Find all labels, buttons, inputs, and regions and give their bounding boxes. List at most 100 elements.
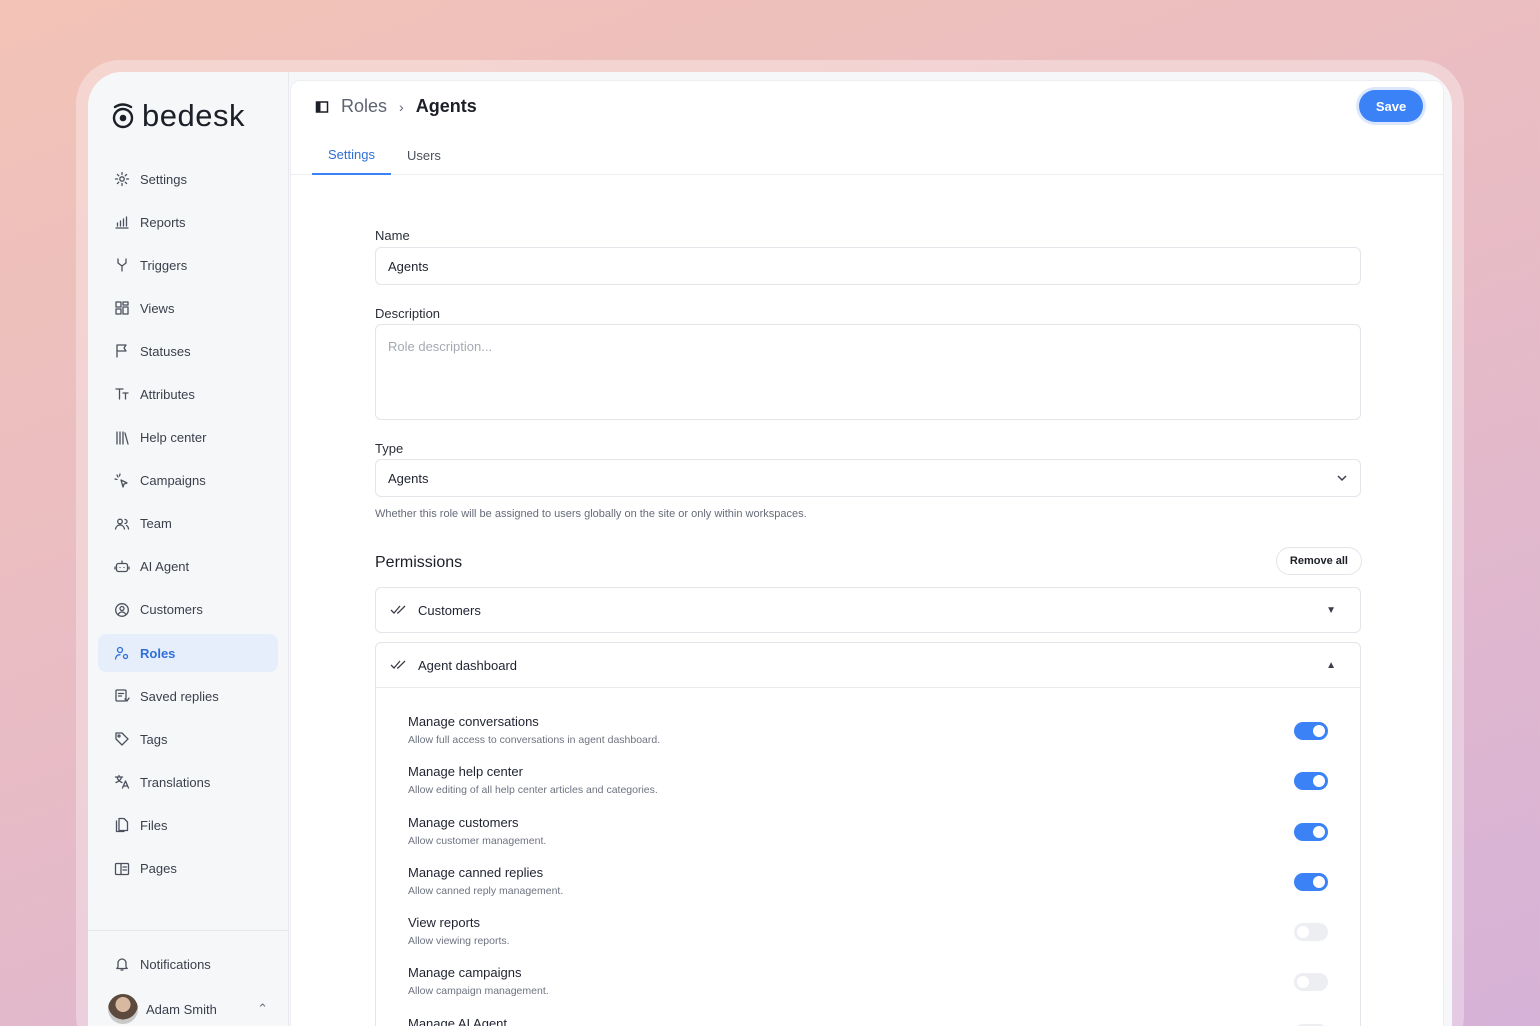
permission-name: Manage customers: [408, 814, 519, 830]
permission-text: Manage conversations Allow full access to…: [408, 706, 1294, 746]
type-select-value: Agents: [388, 470, 429, 486]
gear-icon: [114, 171, 130, 187]
branch-icon: [114, 257, 130, 273]
flag-icon: [114, 343, 130, 359]
permission-row-manage-help-center: Manage help center Allow editing of all h…: [408, 756, 1328, 806]
permission-text: Manage canned replies Allow canned reply …: [408, 857, 1294, 897]
chevron-right-icon: ›: [399, 98, 404, 115]
description-field[interactable]: Role description...: [375, 324, 1361, 420]
user-name: Adam Smith: [146, 1001, 217, 1017]
sidebar-item-roles[interactable]: Roles: [98, 634, 278, 673]
permission-row-manage-canned-replies: Manage canned replies Allow canned reply …: [408, 857, 1328, 907]
sidebar-item-help-center[interactable]: Help center: [98, 419, 278, 457]
remove-all-button[interactable]: Remove all: [1275, 547, 1362, 575]
permission-description: Allow full access to conversations in ag…: [408, 734, 661, 746]
sidebar-item-customers[interactable]: Customers: [98, 591, 278, 629]
sidebar-item-label: Triggers: [140, 257, 188, 273]
sidebar-item-tags[interactable]: Tags: [98, 720, 278, 758]
tab-settings[interactable]: Settings: [312, 135, 391, 175]
brand-name: bedesk: [142, 98, 245, 133]
sidebar-item-reports[interactable]: Reports: [98, 203, 278, 241]
sidebar-item-label: Tags: [140, 731, 168, 747]
permission-description: Allow customer management.: [408, 834, 547, 847]
bell-icon: [116, 958, 128, 971]
toggle-knob: [1313, 775, 1325, 788]
sparkle-cursor-icon: [114, 473, 130, 489]
sidebar-item-label: Settings: [140, 171, 187, 187]
caret-down-icon: ▼: [1326, 604, 1336, 616]
permission-row-view-reports: View reports Allow viewing reports.: [408, 907, 1328, 957]
notifications-link[interactable]: Notifications: [114, 956, 211, 972]
sidebar-item-label: Reports: [140, 214, 186, 230]
header: Roles › Agents Save Settings Users: [291, 81, 1443, 175]
chart-icon: [114, 214, 130, 230]
tag-icon: [114, 731, 130, 747]
accordion-header[interactable]: Customers ▼: [376, 588, 1360, 632]
permission-toggle[interactable]: [1294, 872, 1328, 891]
toggle-knob: [1313, 825, 1325, 838]
brand-logo[interactable]: bedesk: [110, 98, 245, 134]
sidebar-item-statuses[interactable]: Statuses: [98, 332, 278, 370]
sidebar-item-campaigns[interactable]: Campaigns: [98, 462, 278, 500]
sidebar-item-label: Customers: [140, 602, 203, 618]
sidebar-item-settings[interactable]: Settings: [98, 160, 278, 198]
permission-toggle[interactable]: [1294, 822, 1328, 841]
sidebar-item-label: Saved replies: [140, 688, 219, 704]
sidebar-item-team[interactable]: Team: [98, 505, 278, 543]
permission-group-customers[interactable]: Customers ▼: [375, 587, 1361, 633]
translate-icon: [114, 774, 130, 790]
breadcrumb-roles[interactable]: Roles: [341, 96, 387, 117]
accordion-header[interactable]: Agent dashboard ▲: [376, 643, 1360, 687]
type-help-text: Whether this role will be assigned to us…: [375, 508, 807, 520]
text-icon: [114, 386, 130, 402]
sidebar-toggle-icon[interactable]: [315, 100, 329, 114]
sidebar-item-saved-replies[interactable]: Saved replies: [98, 677, 278, 715]
permission-toggle[interactable]: [1294, 772, 1328, 791]
permission-description: Allow campaign management.: [408, 985, 549, 998]
sidebar-item-pages[interactable]: Pages: [98, 850, 278, 888]
sidebar-item-label: Pages: [140, 861, 177, 876]
permission-row-manage-ai-agent: Manage AI Agent: [408, 1008, 1328, 1026]
sidebar-item-triggers[interactable]: Triggers: [98, 246, 278, 284]
sidebar-item-label: Roles: [140, 645, 176, 661]
user-menu[interactable]: Adam Smith ⌃: [108, 994, 268, 1024]
sidebar-item-label: Files: [140, 817, 168, 833]
toggle-knob: [1297, 926, 1309, 939]
sidebar-item-translations[interactable]: Translations: [98, 763, 278, 801]
notifications-label: Notifications: [140, 956, 211, 972]
sidebar-item-label: Help center: [140, 430, 207, 446]
permission-toggle[interactable]: [1294, 923, 1328, 942]
logo-icon: [112, 103, 134, 129]
permission-text: View reports Allow viewing reports.: [408, 907, 1294, 947]
permission-toggle[interactable]: [1294, 973, 1328, 992]
library-icon: [114, 430, 130, 446]
permission-name: Manage AI Agent: [408, 1015, 508, 1026]
toggle-knob: [1313, 725, 1325, 737]
permission-list: Manage conversations Allow full access to…: [376, 687, 1360, 1026]
name-label: Name: [375, 228, 410, 243]
permission-name: View reports: [408, 915, 481, 931]
sidebar-item-attributes[interactable]: Attributes: [98, 375, 278, 413]
type-select[interactable]: Agents: [375, 459, 1361, 497]
grid-icon: [114, 300, 130, 316]
sidebar-item-views[interactable]: Views: [98, 289, 278, 327]
permission-row-manage-conversations: Manage conversations Allow full access to…: [408, 706, 1328, 756]
sidebar-item-ai-agent[interactable]: AI Agent: [98, 548, 278, 586]
permission-text: Manage customers Allow customer managemen…: [408, 807, 1294, 847]
permission-group-agent-dashboard: Agent dashboard ▲ Manage conversations Al…: [375, 642, 1361, 1026]
tab-users[interactable]: Users: [391, 135, 457, 175]
sidebar-item-label: Translations: [140, 774, 211, 790]
name-field[interactable]: Agents: [375, 247, 1361, 285]
sidebar-item-label: Attributes: [140, 386, 195, 402]
avatar: [108, 994, 138, 1024]
user-circle-icon: [114, 602, 130, 618]
save-button[interactable]: Save: [1359, 90, 1423, 122]
double-check-icon: [390, 660, 406, 669]
permission-name: Manage conversations: [408, 714, 539, 729]
sidebar-item-files[interactable]: Files: [98, 806, 278, 844]
sidebar-item-label: Team: [140, 516, 172, 532]
sidebar-divider: [88, 930, 289, 931]
permission-toggle[interactable]: [1294, 722, 1328, 740]
permission-name: Manage campaigns: [408, 965, 522, 981]
breadcrumb-current: Agents: [415, 96, 477, 116]
